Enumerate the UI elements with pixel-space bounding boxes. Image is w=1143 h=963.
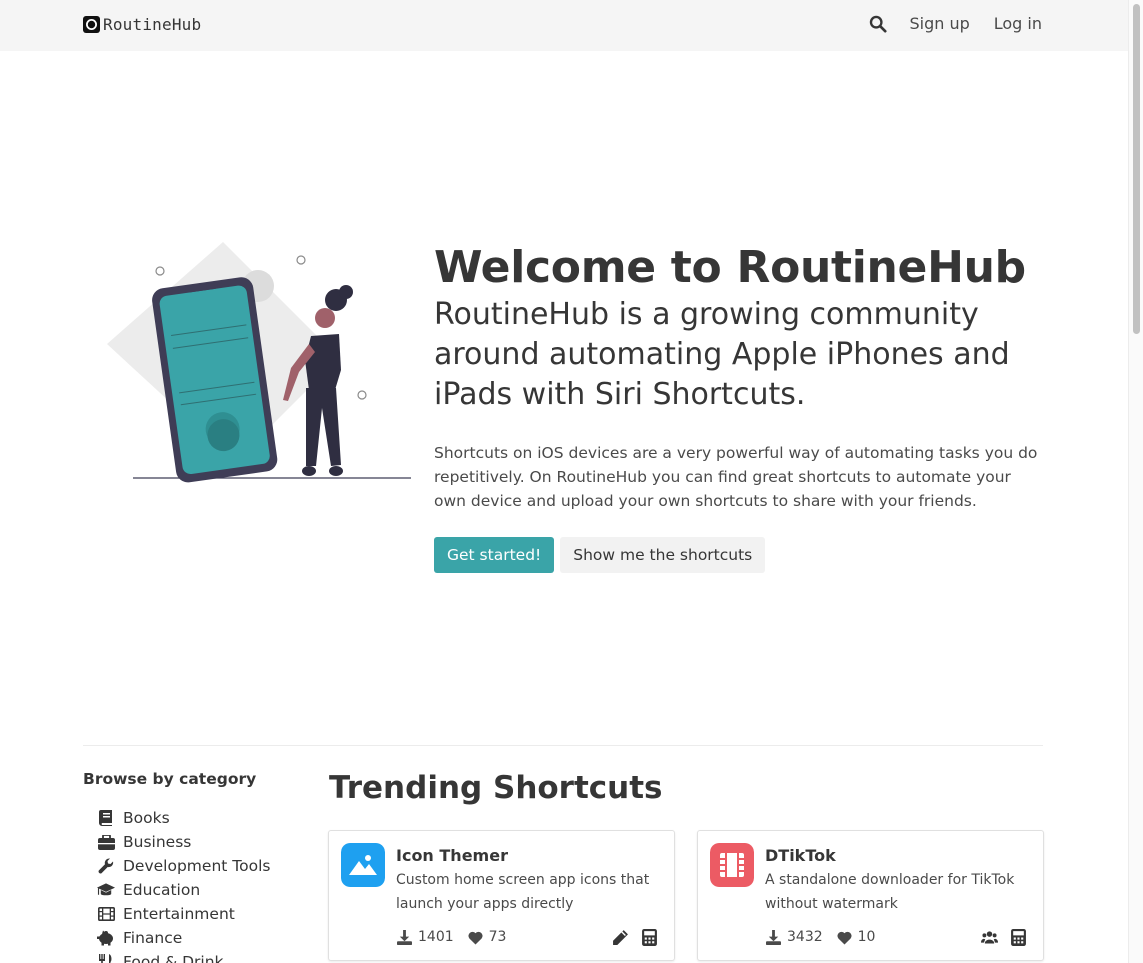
category-label: Food & Drink [123,953,224,963]
download-icon [766,929,781,945]
shortcut-card-dtiktok[interactable]: DTikTok A standalone downloader for TikT… [697,830,1044,961]
hero-subtitle: RoutineHub is a growing community around… [434,296,1010,412]
routinehub-logo-icon [83,16,100,33]
piggy-bank-icon [97,930,115,946]
scrollbar-thumb[interactable] [1133,4,1140,334]
get-started-button[interactable]: Get started! [434,536,555,573]
book-icon [97,810,115,826]
calculator-icon[interactable] [641,929,658,946]
category-item-business[interactable]: Business [97,830,270,854]
brand-link[interactable]: RoutineHub [83,15,201,34]
category-item-books[interactable]: Books [97,806,270,830]
briefcase-icon [97,834,115,850]
shortcut-description: A standalone downloader for TikTok witho… [765,872,1015,912]
download-count: 1401 [418,929,454,945]
show-shortcuts-button[interactable]: Show me the shortcuts [560,536,766,573]
category-item-development-tools[interactable]: Development Tools [97,854,270,878]
users-icon[interactable] [981,929,998,946]
shortcut-card-icon-themer[interactable]: Icon Themer Custom home screen app icons… [328,830,675,961]
login-link[interactable]: Log in [994,14,1042,33]
shortcut-actions [981,929,1027,946]
download-count: 3432 [787,929,823,945]
trending-title: Trending Shortcuts [329,770,663,806]
shortcut-actions [612,929,658,946]
category-label: Development Tools [123,857,271,875]
category-item-entertainment[interactable]: Entertainment [97,902,270,926]
category-list: Books Business Development Tools Educati… [97,806,270,963]
navbar: RoutineHub Sign up Log in [0,0,1128,51]
page-scrollbar[interactable] [1128,0,1143,963]
shortcut-name[interactable]: Icon Themer [396,846,508,865]
like-count: 73 [488,929,507,945]
shortcut-stats: 1401 73 [397,929,520,945]
brand-name: RoutineHub [103,15,202,34]
category-item-food-drink[interactable]: Food & Drink [97,950,270,963]
hero-section: Welcome to RoutineHub RoutineHub is a gr… [434,242,1044,573]
category-label: Business [123,833,192,851]
shortcut-name[interactable]: DTikTok [765,846,836,865]
heart-icon [837,931,852,945]
shortcut-stats: 3432 10 [766,929,889,945]
heart-icon [468,931,483,945]
film-icon [97,906,115,922]
category-label: Books [123,809,170,827]
category-item-finance[interactable]: Finance [97,926,270,950]
category-label: Education [123,881,201,899]
wrench-icon [97,858,115,874]
pencil-icon[interactable] [612,929,629,946]
graduation-cap-icon [97,882,115,898]
category-label: Finance [123,929,183,947]
signup-link[interactable]: Sign up [909,14,969,33]
section-divider [83,745,1043,746]
category-label: Entertainment [123,905,235,923]
hero-description: Shortcuts on iOS devices are a very powe… [434,443,1038,510]
calculator-icon[interactable] [1010,929,1027,946]
like-count: 10 [857,929,876,945]
download-icon [397,929,412,945]
nav-actions: Sign up Log in [869,14,1042,33]
utensils-icon [97,954,115,963]
categories-title: Browse by category [83,770,257,788]
search-icon[interactable] [869,15,888,33]
shortcut-description: Custom home screen app icons that launch… [396,872,650,912]
hero-title: Welcome to RoutineHub [434,242,1026,293]
category-item-education[interactable]: Education [97,878,270,902]
film-strip-icon [710,843,754,887]
mountain-icon [341,843,385,887]
hero-illustration [107,242,411,483]
hero-buttons: Get started! Show me the shortcuts [434,536,1044,573]
